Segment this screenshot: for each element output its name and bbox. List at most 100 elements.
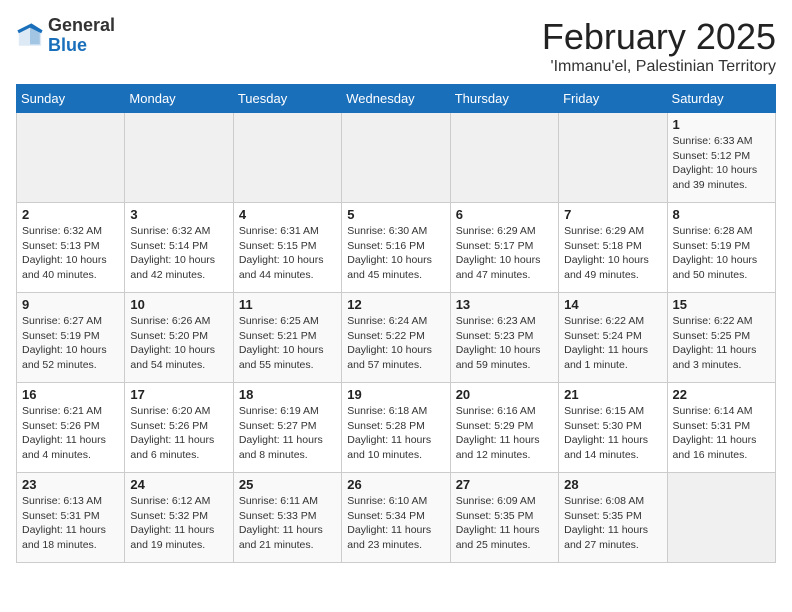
day-number: 1 bbox=[673, 117, 770, 132]
day-number: 7 bbox=[564, 207, 661, 222]
calendar-cell bbox=[667, 473, 775, 563]
calendar-title: February 2025 bbox=[542, 16, 776, 58]
calendar-cell bbox=[125, 113, 233, 203]
day-info: Sunrise: 6:14 AM Sunset: 5:31 PM Dayligh… bbox=[673, 404, 770, 463]
day-number: 27 bbox=[456, 477, 553, 492]
day-number: 25 bbox=[239, 477, 336, 492]
calendar-cell: 26 Sunrise: 6:10 AM Sunset: 5:34 PM Dayli… bbox=[342, 473, 450, 563]
day-info: Sunrise: 6:24 AM Sunset: 5:22 PM Dayligh… bbox=[347, 314, 444, 373]
day-info: Sunrise: 6:20 AM Sunset: 5:26 PM Dayligh… bbox=[130, 404, 227, 463]
page-header: General Blue February 2025 'Immanu'el, P… bbox=[16, 16, 776, 76]
calendar-cell: 21 Sunrise: 6:15 AM Sunset: 5:30 PM Dayli… bbox=[559, 383, 667, 473]
day-info: Sunrise: 6:15 AM Sunset: 5:30 PM Dayligh… bbox=[564, 404, 661, 463]
day-number: 22 bbox=[673, 387, 770, 402]
day-header-wednesday: Wednesday bbox=[342, 85, 450, 113]
day-header-tuesday: Tuesday bbox=[233, 85, 341, 113]
calendar-cell: 22 Sunrise: 6:14 AM Sunset: 5:31 PM Dayli… bbox=[667, 383, 775, 473]
calendar-cell: 23 Sunrise: 6:13 AM Sunset: 5:31 PM Dayli… bbox=[17, 473, 125, 563]
calendar-cell: 17 Sunrise: 6:20 AM Sunset: 5:26 PM Dayli… bbox=[125, 383, 233, 473]
calendar-cell: 20 Sunrise: 6:16 AM Sunset: 5:29 PM Dayli… bbox=[450, 383, 558, 473]
calendar-cell: 9 Sunrise: 6:27 AM Sunset: 5:19 PM Daylig… bbox=[17, 293, 125, 383]
day-number: 6 bbox=[456, 207, 553, 222]
calendar-cell: 18Sunrise: 6:19 AM Sunset: 5:27 PM Dayli… bbox=[233, 383, 341, 473]
day-header-row: SundayMondayTuesdayWednesdayThursdayFrid… bbox=[17, 85, 776, 113]
calendar-cell: 5 Sunrise: 6:30 AM Sunset: 5:16 PM Daylig… bbox=[342, 203, 450, 293]
calendar-cell bbox=[559, 113, 667, 203]
calendar-cell: 1Sunrise: 6:33 AM Sunset: 5:12 PM Daylig… bbox=[667, 113, 775, 203]
calendar-cell bbox=[450, 113, 558, 203]
calendar-cell: 27 Sunrise: 6:09 AM Sunset: 5:35 PM Dayli… bbox=[450, 473, 558, 563]
day-number: 24 bbox=[130, 477, 227, 492]
day-number: 19 bbox=[347, 387, 444, 402]
day-number: 9 bbox=[22, 297, 119, 312]
day-number: 28 bbox=[564, 477, 661, 492]
day-number: 21 bbox=[564, 387, 661, 402]
week-row-1: 1Sunrise: 6:33 AM Sunset: 5:12 PM Daylig… bbox=[17, 113, 776, 203]
day-info: Sunrise: 6:09 AM Sunset: 5:35 PM Dayligh… bbox=[456, 494, 553, 553]
day-header-sunday: Sunday bbox=[17, 85, 125, 113]
day-number: 5 bbox=[347, 207, 444, 222]
day-header-friday: Friday bbox=[559, 85, 667, 113]
calendar-cell: 16Sunrise: 6:21 AM Sunset: 5:26 PM Dayli… bbox=[17, 383, 125, 473]
logo-icon bbox=[16, 22, 44, 50]
calendar-cell bbox=[233, 113, 341, 203]
day-info: Sunrise: 6:30 AM Sunset: 5:16 PM Dayligh… bbox=[347, 224, 444, 283]
calendar-cell: 25Sunrise: 6:11 AM Sunset: 5:33 PM Dayli… bbox=[233, 473, 341, 563]
day-info: Sunrise: 6:28 AM Sunset: 5:19 PM Dayligh… bbox=[673, 224, 770, 283]
logo-text: General Blue bbox=[48, 16, 115, 56]
day-info: Sunrise: 6:31 AM Sunset: 5:15 PM Dayligh… bbox=[239, 224, 336, 283]
calendar-cell: 14Sunrise: 6:22 AM Sunset: 5:24 PM Dayli… bbox=[559, 293, 667, 383]
day-info: Sunrise: 6:29 AM Sunset: 5:18 PM Dayligh… bbox=[564, 224, 661, 283]
calendar-table: SundayMondayTuesdayWednesdayThursdayFrid… bbox=[16, 84, 776, 563]
calendar-body: 1Sunrise: 6:33 AM Sunset: 5:12 PM Daylig… bbox=[17, 113, 776, 563]
calendar-cell: 3 Sunrise: 6:32 AM Sunset: 5:14 PM Daylig… bbox=[125, 203, 233, 293]
day-header-saturday: Saturday bbox=[667, 85, 775, 113]
calendar-cell: 8 Sunrise: 6:28 AM Sunset: 5:19 PM Daylig… bbox=[667, 203, 775, 293]
day-info: Sunrise: 6:29 AM Sunset: 5:17 PM Dayligh… bbox=[456, 224, 553, 283]
calendar-cell bbox=[342, 113, 450, 203]
day-header-monday: Monday bbox=[125, 85, 233, 113]
calendar-subtitle: 'Immanu'el, Palestinian Territory bbox=[542, 58, 776, 76]
day-number: 23 bbox=[22, 477, 119, 492]
day-info: Sunrise: 6:26 AM Sunset: 5:20 PM Dayligh… bbox=[130, 314, 227, 373]
day-info: Sunrise: 6:13 AM Sunset: 5:31 PM Dayligh… bbox=[22, 494, 119, 553]
logo: General Blue bbox=[16, 16, 115, 56]
calendar-cell: 10 Sunrise: 6:26 AM Sunset: 5:20 PM Dayli… bbox=[125, 293, 233, 383]
calendar-cell: 19Sunrise: 6:18 AM Sunset: 5:28 PM Dayli… bbox=[342, 383, 450, 473]
day-number: 4 bbox=[239, 207, 336, 222]
calendar-cell: 2Sunrise: 6:32 AM Sunset: 5:13 PM Daylig… bbox=[17, 203, 125, 293]
day-info: Sunrise: 6:25 AM Sunset: 5:21 PM Dayligh… bbox=[239, 314, 336, 373]
week-row-2: 2Sunrise: 6:32 AM Sunset: 5:13 PM Daylig… bbox=[17, 203, 776, 293]
day-number: 8 bbox=[673, 207, 770, 222]
day-number: 26 bbox=[347, 477, 444, 492]
calendar-header: SundayMondayTuesdayWednesdayThursdayFrid… bbox=[17, 85, 776, 113]
calendar-cell: 12Sunrise: 6:24 AM Sunset: 5:22 PM Dayli… bbox=[342, 293, 450, 383]
day-number: 15 bbox=[673, 297, 770, 312]
calendar-cell: 24 Sunrise: 6:12 AM Sunset: 5:32 PM Dayli… bbox=[125, 473, 233, 563]
day-info: Sunrise: 6:10 AM Sunset: 5:34 PM Dayligh… bbox=[347, 494, 444, 553]
day-number: 17 bbox=[130, 387, 227, 402]
day-info: Sunrise: 6:22 AM Sunset: 5:25 PM Dayligh… bbox=[673, 314, 770, 373]
title-block: February 2025 'Immanu'el, Palestinian Te… bbox=[542, 16, 776, 76]
week-row-3: 9 Sunrise: 6:27 AM Sunset: 5:19 PM Daylig… bbox=[17, 293, 776, 383]
day-info: Sunrise: 6:27 AM Sunset: 5:19 PM Dayligh… bbox=[22, 314, 119, 373]
day-info: Sunrise: 6:12 AM Sunset: 5:32 PM Dayligh… bbox=[130, 494, 227, 553]
calendar-cell bbox=[17, 113, 125, 203]
calendar-cell: 6 Sunrise: 6:29 AM Sunset: 5:17 PM Daylig… bbox=[450, 203, 558, 293]
calendar-cell: 4 Sunrise: 6:31 AM Sunset: 5:15 PM Daylig… bbox=[233, 203, 341, 293]
calendar-cell: 28Sunrise: 6:08 AM Sunset: 5:35 PM Dayli… bbox=[559, 473, 667, 563]
day-number: 14 bbox=[564, 297, 661, 312]
day-number: 10 bbox=[130, 297, 227, 312]
day-number: 18 bbox=[239, 387, 336, 402]
week-row-4: 16Sunrise: 6:21 AM Sunset: 5:26 PM Dayli… bbox=[17, 383, 776, 473]
day-number: 20 bbox=[456, 387, 553, 402]
day-info: Sunrise: 6:23 AM Sunset: 5:23 PM Dayligh… bbox=[456, 314, 553, 373]
day-info: Sunrise: 6:16 AM Sunset: 5:29 PM Dayligh… bbox=[456, 404, 553, 463]
day-header-thursday: Thursday bbox=[450, 85, 558, 113]
calendar-cell: 15 Sunrise: 6:22 AM Sunset: 5:25 PM Dayli… bbox=[667, 293, 775, 383]
day-number: 3 bbox=[130, 207, 227, 222]
day-info: Sunrise: 6:32 AM Sunset: 5:14 PM Dayligh… bbox=[130, 224, 227, 283]
day-number: 2 bbox=[22, 207, 119, 222]
calendar-cell: 7 Sunrise: 6:29 AM Sunset: 5:18 PM Daylig… bbox=[559, 203, 667, 293]
day-number: 13 bbox=[456, 297, 553, 312]
